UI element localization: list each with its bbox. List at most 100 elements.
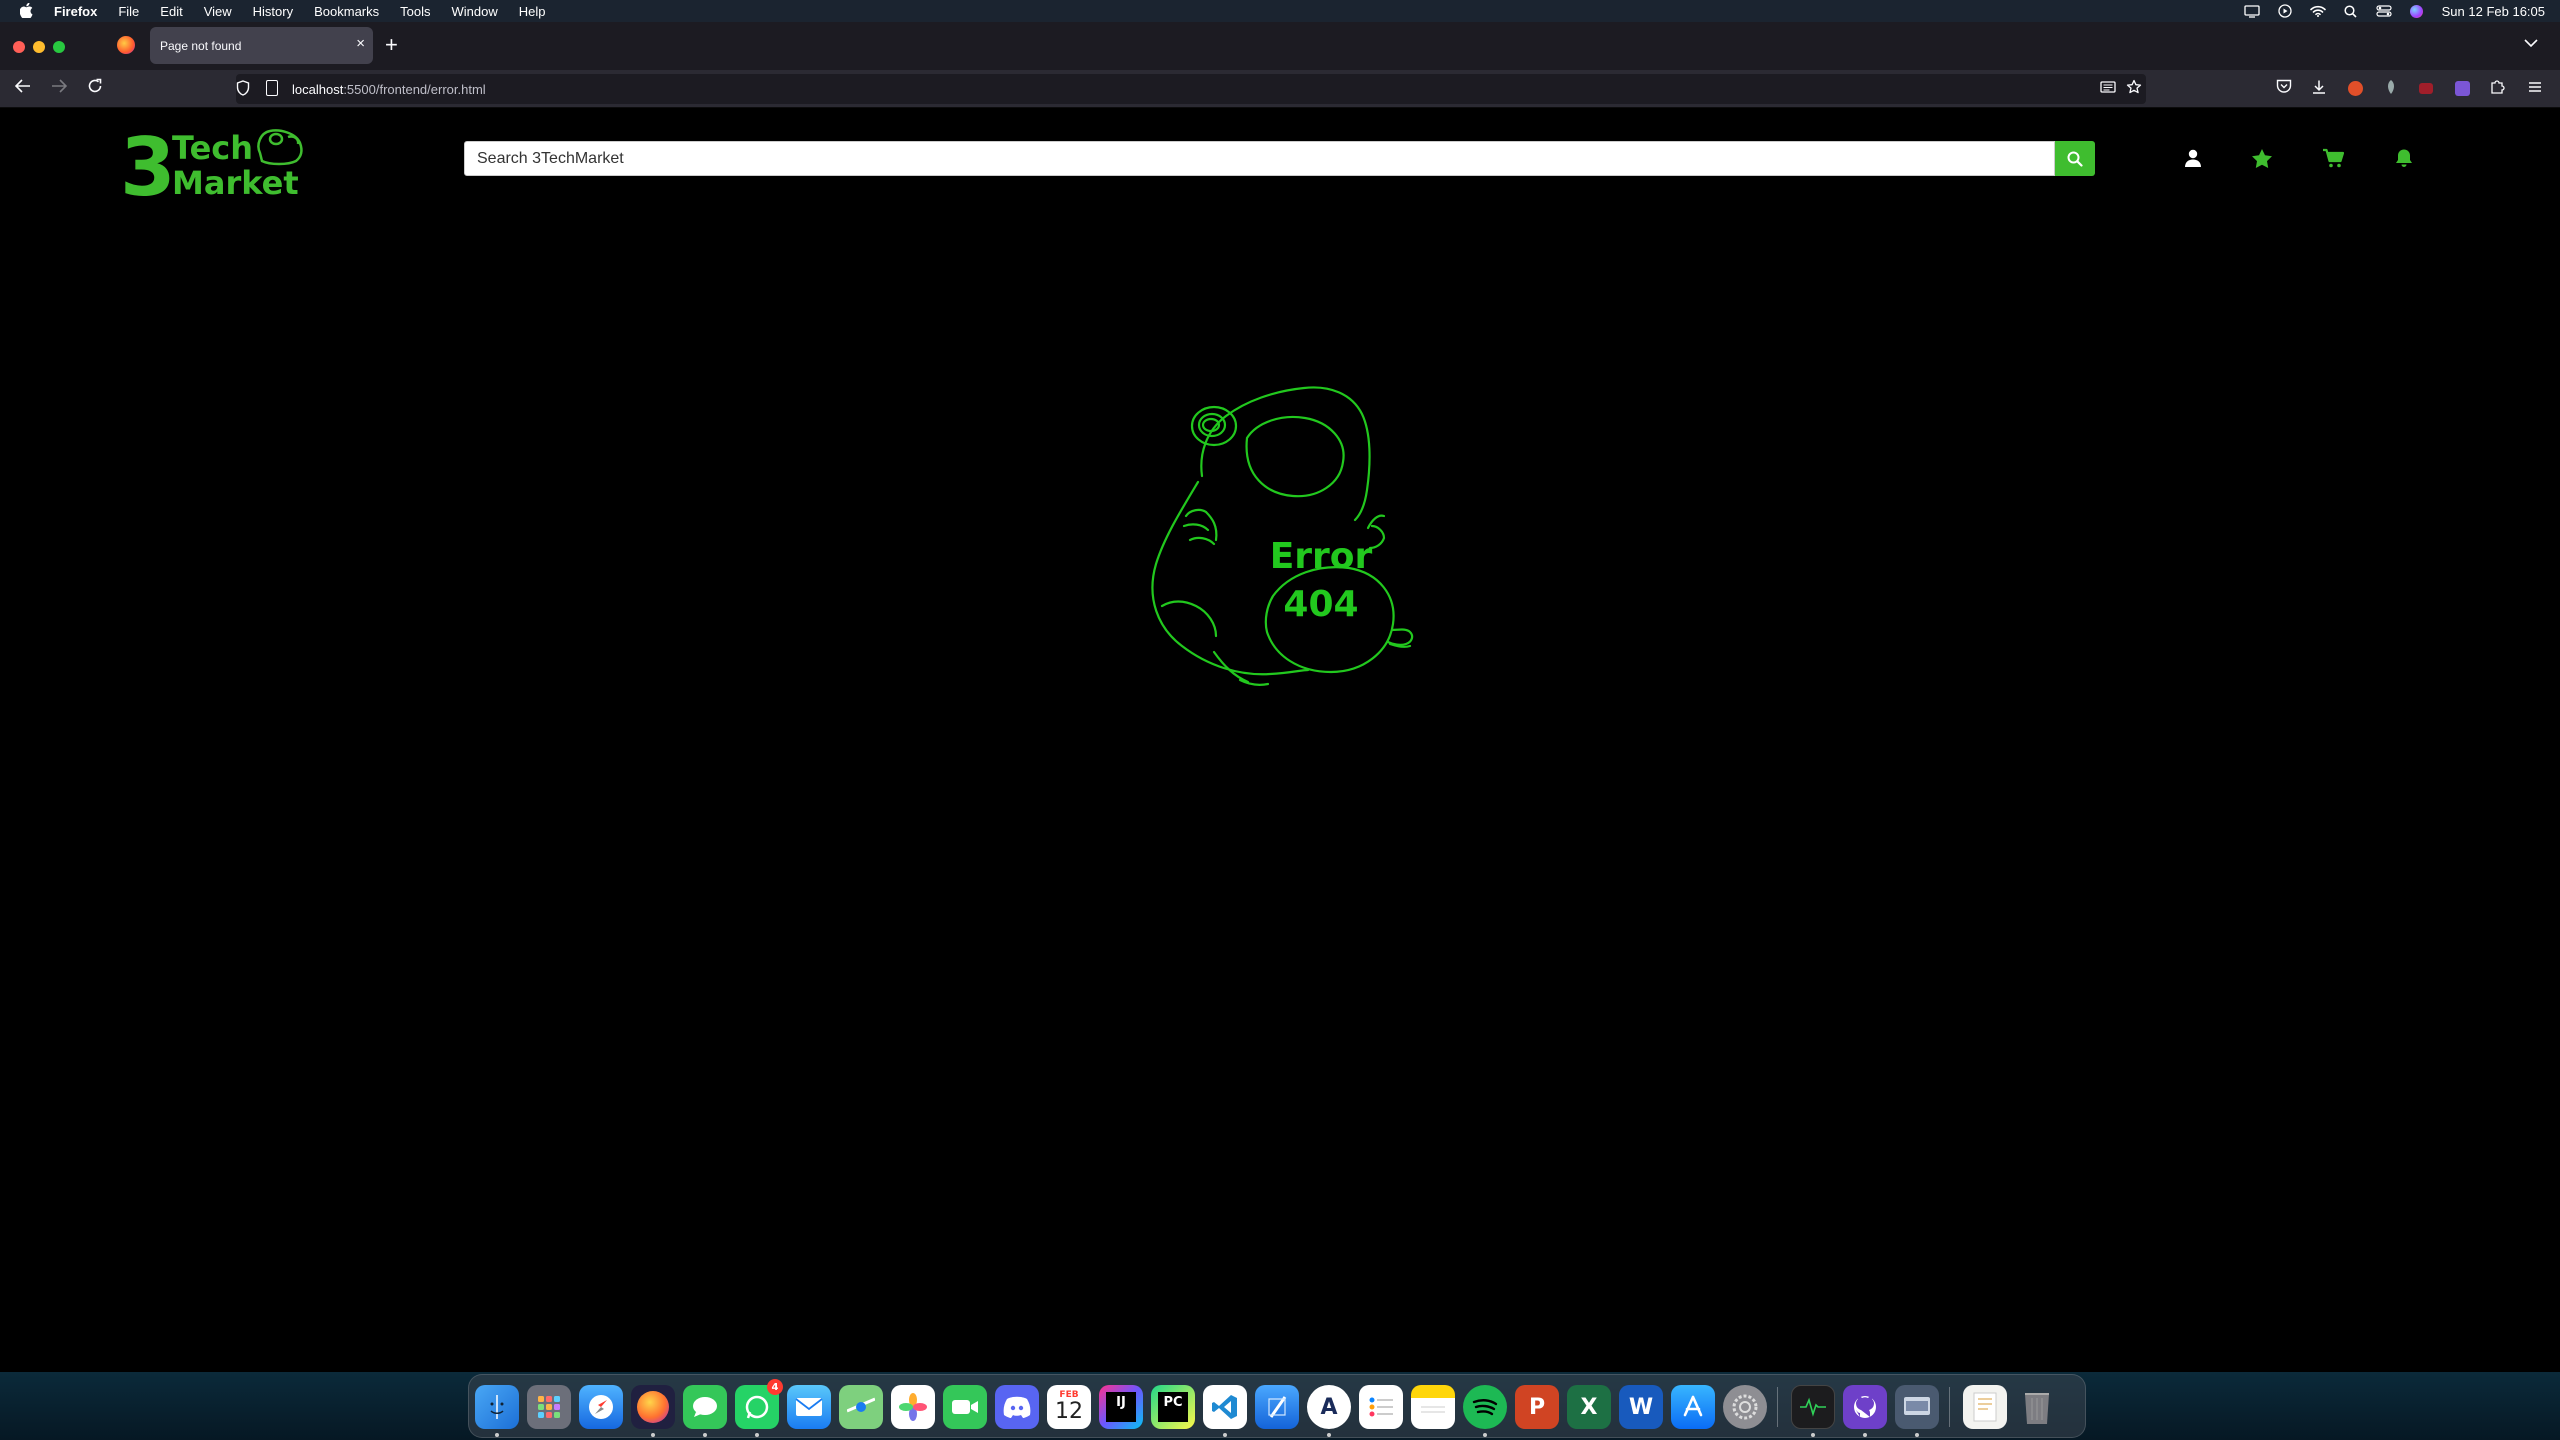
extension-leaf-icon[interactable] <box>2381 79 2401 99</box>
font-book-icon[interactable]: A <box>1307 1385 1351 1429</box>
url-bar[interactable]: localhost:5500/frontend/error.html <box>236 74 2146 104</box>
browser-nav-bar: localhost:5500/frontend/error.html <box>0 70 2560 108</box>
search-icon <box>2067 151 2083 167</box>
media-play-icon[interactable] <box>2277 4 2293 18</box>
dock-separator-2 <box>1949 1387 1950 1427</box>
macos-dock: 4 FEB 12 IJ PC A P X W <box>468 1374 2086 1438</box>
search-button[interactable] <box>2055 141 2095 176</box>
notifications-bell-icon[interactable] <box>2391 145 2417 171</box>
spotify-running-indicator <box>1483 1433 1487 1437</box>
font-book-running-indicator <box>1327 1433 1331 1437</box>
downloads-stack-icon[interactable] <box>1963 1385 2007 1429</box>
menu-help[interactable]: Help <box>519 4 546 19</box>
preview-running-indicator <box>1915 1433 1919 1437</box>
logo-frog-icon <box>257 129 303 166</box>
control-center-icon[interactable] <box>2376 4 2392 18</box>
powerpoint-icon[interactable]: P <box>1515 1385 1559 1429</box>
reminders-icon[interactable] <box>1359 1385 1403 1429</box>
firefox-icon[interactable] <box>631 1385 675 1429</box>
firefox-view-icon[interactable] <box>117 36 135 54</box>
tab-page-not-found[interactable]: Page not found × <box>150 27 373 64</box>
github-desktop-running-indicator <box>1863 1433 1867 1437</box>
menubar-clock[interactable]: Sun 12 Feb 16:05 <box>2442 4 2545 19</box>
wishlist-star-icon[interactable] <box>2249 145 2275 171</box>
app-menu-hamburger-icon[interactable] <box>2525 79 2545 99</box>
discord-icon[interactable] <box>995 1385 1039 1429</box>
page-info-icon[interactable] <box>266 80 278 96</box>
safari-icon[interactable] <box>579 1385 623 1429</box>
system-settings-icon[interactable] <box>1723 1385 1767 1429</box>
extension-purple-icon[interactable] <box>2452 79 2472 99</box>
extensions-puzzle-icon[interactable] <box>2487 79 2507 99</box>
shopping-cart-icon[interactable] <box>2320 145 2346 171</box>
powerpoint-label: P <box>1528 1394 1546 1420</box>
calendar-icon[interactable]: FEB 12 <box>1047 1385 1091 1429</box>
reader-view-icon[interactable] <box>2100 80 2116 96</box>
whatsapp-unread-badge: 4 <box>767 1379 783 1395</box>
list-all-tabs-icon[interactable] <box>2524 35 2538 51</box>
screen-mirroring-icon[interactable] <box>2243 4 2260 18</box>
siri-icon[interactable] <box>2409 4 2425 18</box>
menu-tools[interactable]: Tools <box>400 4 430 19</box>
pycharm-icon[interactable]: PC <box>1151 1385 1195 1429</box>
url-path: :5500/frontend/error.html <box>343 82 486 97</box>
extension-ublock-icon[interactable] <box>2416 79 2436 99</box>
tab-close-icon[interactable]: × <box>356 35 365 52</box>
menu-view[interactable]: View <box>204 4 232 19</box>
new-tab-button[interactable]: + <box>385 33 398 57</box>
finder-icon[interactable] <box>475 1385 519 1429</box>
intellij-idea-icon[interactable]: IJ <box>1099 1385 1143 1429</box>
window-zoom-button[interactable] <box>53 41 65 53</box>
menu-history[interactable]: History <box>253 4 293 19</box>
word-label: W <box>1628 1394 1654 1420</box>
github-desktop-icon[interactable] <box>1843 1385 1887 1429</box>
whatsapp-icon[interactable]: 4 <box>735 1379 783 1429</box>
url-host: localhost <box>292 82 344 97</box>
account-user-icon[interactable] <box>2180 145 2206 171</box>
excel-icon[interactable]: X <box>1567 1385 1611 1429</box>
menu-edit[interactable]: Edit <box>160 4 182 19</box>
app-store-icon[interactable] <box>1671 1385 1715 1429</box>
photos-icon[interactable] <box>891 1385 935 1429</box>
macos-menubar: Firefox File Edit View History Bookmarks… <box>0 0 2560 22</box>
apple-menu-icon[interactable] <box>19 2 34 19</box>
extension-shield-icon[interactable] <box>2345 79 2365 99</box>
logo-line-2: Market <box>172 164 299 199</box>
menu-bookmarks[interactable]: Bookmarks <box>314 4 379 19</box>
launchpad-icon[interactable] <box>527 1385 571 1429</box>
site-logo[interactable]: 3 Tech Market <box>120 121 306 214</box>
menu-app-name[interactable]: Firefox <box>54 4 97 19</box>
bookmark-star-icon[interactable] <box>2126 79 2142 100</box>
pocket-icon[interactable] <box>2274 79 2294 99</box>
forward-arrow-icon[interactable] <box>51 78 68 98</box>
word-icon[interactable]: W <box>1619 1385 1663 1429</box>
window-close-button[interactable] <box>13 41 25 53</box>
dock-separator <box>1777 1387 1778 1427</box>
wifi-icon[interactable] <box>2309 4 2326 18</box>
spotify-icon[interactable] <box>1463 1385 1507 1429</box>
error-title: Error <box>1269 536 1373 577</box>
url-text[interactable]: localhost:5500/frontend/error.html <box>292 82 486 97</box>
logo-line-1: Tech <box>172 129 253 167</box>
xcode-icon[interactable] <box>1255 1385 1299 1429</box>
reload-icon[interactable] <box>87 78 103 99</box>
tracking-protection-shield-icon[interactable] <box>236 80 250 99</box>
menu-file[interactable]: File <box>118 4 139 19</box>
preview-window-icon[interactable] <box>1895 1385 1939 1429</box>
window-minimize-button[interactable] <box>33 41 45 53</box>
activity-monitor-icon[interactable] <box>1791 1385 1835 1429</box>
page-content: 3 Tech Market Search 3TechMarket Error 4… <box>0 109 2560 1371</box>
downloads-icon[interactable] <box>2309 79 2329 99</box>
menu-window[interactable]: Window <box>452 4 498 19</box>
spotlight-search-icon[interactable] <box>2343 4 2359 18</box>
back-arrow-icon[interactable] <box>14 78 31 98</box>
messages-icon[interactable] <box>683 1385 727 1429</box>
facetime-icon[interactable] <box>943 1385 987 1429</box>
trash-icon[interactable] <box>2015 1385 2059 1429</box>
vscode-icon[interactable] <box>1203 1385 1247 1429</box>
mail-icon[interactable] <box>787 1385 831 1429</box>
maps-icon[interactable] <box>839 1385 883 1429</box>
notes-icon[interactable] <box>1411 1385 1455 1429</box>
search-input[interactable] <box>464 141 2055 176</box>
excel-label: X <box>1580 1394 1598 1420</box>
